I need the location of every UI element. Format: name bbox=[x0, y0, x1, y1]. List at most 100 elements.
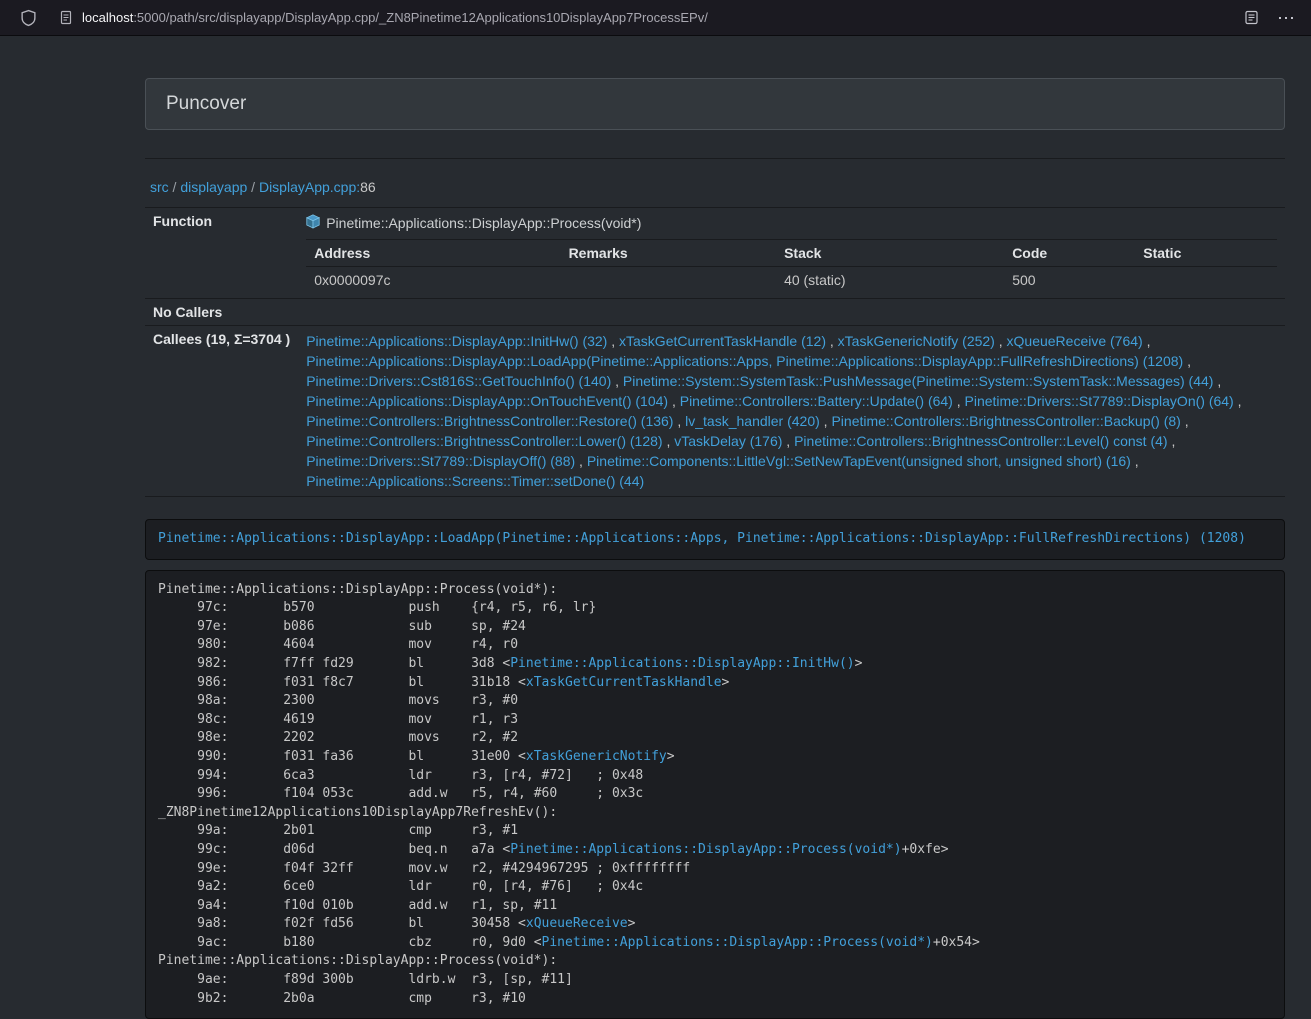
callees-row: Callees (19, Σ=3704 ) Pinetime::Applicat… bbox=[145, 326, 1285, 497]
disasm-line: Pinetime::Applications::DisplayApp::Proc… bbox=[158, 581, 1272, 600]
metrics-table: AddressRemarksStackCodeStatic 0x0000097c… bbox=[306, 239, 1277, 293]
function-cube-icon bbox=[306, 214, 320, 232]
callee-link[interactable]: xTaskGetCurrentTaskHandle (12) bbox=[619, 333, 826, 349]
page-container: Puncover src / displayapp / DisplayApp.c… bbox=[145, 78, 1285, 1019]
metrics-header-row: AddressRemarksStackCodeStatic bbox=[306, 240, 1277, 267]
callee-link[interactable]: Pinetime::Applications::DisplayApp::Load… bbox=[306, 353, 1183, 369]
callee-separator: , bbox=[995, 333, 1007, 349]
callee-separator: , bbox=[1213, 373, 1221, 389]
function-name: Pinetime::Applications::DisplayApp::Proc… bbox=[326, 215, 641, 231]
shield-icon[interactable] bbox=[20, 9, 37, 27]
callees-label: Callees (19, Σ=3704 ) bbox=[145, 326, 298, 497]
disasm-line: 982: f7ff fd29 bl 3d8 <Pinetime::Applica… bbox=[158, 655, 1272, 674]
callee-link[interactable]: Pinetime::System::SystemTask::PushMessag… bbox=[623, 373, 1214, 389]
callee-link[interactable]: Pinetime::Applications::Screens::Timer::… bbox=[306, 473, 644, 489]
function-name-line: Pinetime::Applications::DisplayApp::Proc… bbox=[306, 213, 1277, 235]
no-callers-row: No Callers bbox=[145, 299, 1285, 326]
disasm-line: 994: 6ca3 ldr r3, [r4, #72] ; 0x48 bbox=[158, 767, 1272, 786]
callee-separator: , bbox=[953, 393, 965, 409]
disasm-symbol-link[interactable]: Pinetime::Applications::DisplayApp::Proc… bbox=[542, 935, 933, 950]
disasm-symbol-link[interactable]: xTaskGenericNotify bbox=[526, 749, 667, 764]
metrics-value: 40 (static) bbox=[776, 267, 1004, 294]
divider bbox=[145, 158, 1285, 159]
metrics-header: Remarks bbox=[561, 240, 777, 267]
callee-link[interactable]: Pinetime::Controllers::BrightnessControl… bbox=[306, 433, 662, 449]
metrics-header: Code bbox=[1004, 240, 1135, 267]
metrics-value-row: 0x0000097c 40 (static)500 bbox=[306, 267, 1277, 294]
breadcrumb-link[interactable]: displayapp bbox=[180, 179, 247, 195]
callee-separator: , bbox=[673, 413, 685, 429]
breadcrumb-link[interactable]: src bbox=[150, 179, 169, 195]
disasm-line: 97c: b570 push {r4, r5, r6, lr} bbox=[158, 599, 1272, 618]
overflow-menu-icon[interactable]: ⋯ bbox=[1275, 9, 1297, 27]
callee-separator: , bbox=[782, 433, 794, 449]
disasm-line: _ZN8Pinetime12Applications10DisplayApp7R… bbox=[158, 804, 1272, 823]
page-title: Puncover bbox=[166, 93, 246, 115]
metrics-header: Static bbox=[1135, 240, 1277, 267]
reader-view-icon[interactable] bbox=[1244, 10, 1259, 25]
disasm-line: 980: 4604 mov r4, r0 bbox=[158, 636, 1272, 655]
disasm-line: 97e: b086 sub sp, #24 bbox=[158, 618, 1272, 637]
callee-link[interactable]: Pinetime::Applications::DisplayApp::Init… bbox=[306, 333, 607, 349]
disasm-symbol-link[interactable]: Pinetime::Applications::DisplayApp::Proc… bbox=[510, 842, 901, 857]
callee-link[interactable]: Pinetime::Controllers::Battery::Update()… bbox=[680, 393, 953, 409]
callee-link[interactable]: vTaskDelay (176) bbox=[674, 433, 782, 449]
no-callers-cell bbox=[298, 299, 1285, 326]
disasm-symbol-link[interactable]: xTaskGetCurrentTaskHandle bbox=[526, 675, 722, 690]
function-row: Function Pinetime::Applications::Display… bbox=[145, 208, 1285, 299]
breadcrumb-separator: / bbox=[247, 179, 259, 195]
url-bar[interactable]: localhost:5000/path/src/displayapp/Displ… bbox=[82, 10, 708, 25]
disasm-line: 99c: d06d beq.n a7a <Pinetime::Applicati… bbox=[158, 841, 1272, 860]
callee-separator: , bbox=[1183, 353, 1191, 369]
url-domain: localhost bbox=[82, 10, 133, 25]
callee-separator: , bbox=[1181, 413, 1189, 429]
callee-link[interactable]: lv_task_handler (420) bbox=[685, 413, 820, 429]
disasm-line: Pinetime::Applications::DisplayApp::Proc… bbox=[158, 952, 1272, 971]
loadapp-link[interactable]: Pinetime::Applications::DisplayApp::Load… bbox=[158, 531, 1246, 546]
disasm-line: 9b2: 2b0a cmp r3, #10 bbox=[158, 990, 1272, 1009]
callee-link[interactable]: Pinetime::Controllers::BrightnessControl… bbox=[306, 413, 673, 429]
callee-link[interactable]: xTaskGenericNotify (252) bbox=[838, 333, 995, 349]
disasm-line: 990: f031 fa36 bl 31e00 <xTaskGenericNot… bbox=[158, 748, 1272, 767]
function-detail-cell: Pinetime::Applications::DisplayApp::Proc… bbox=[298, 208, 1285, 299]
callee-link[interactable]: Pinetime::Applications::DisplayApp::OnTo… bbox=[306, 393, 668, 409]
loadapp-banner: Pinetime::Applications::DisplayApp::Load… bbox=[145, 519, 1285, 560]
metrics-header: Address bbox=[306, 240, 560, 267]
callee-link[interactable]: Pinetime::Drivers::Cst816S::GetTouchInfo… bbox=[306, 373, 611, 389]
disasm-line: 98e: 2202 movs r2, #2 bbox=[158, 729, 1272, 748]
disasm-line: 996: f104 053c add.w r5, r4, #60 ; 0x3c bbox=[158, 785, 1272, 804]
disassembly-block: Pinetime::Applications::DisplayApp::Proc… bbox=[145, 570, 1285, 1019]
breadcrumb: src / displayapp / DisplayApp.cpp:86 bbox=[150, 179, 1285, 195]
metrics-value bbox=[561, 267, 777, 294]
callee-separator: , bbox=[1168, 433, 1176, 449]
disasm-symbol-link[interactable]: xQueueReceive bbox=[526, 916, 628, 931]
callee-link[interactable]: Pinetime::Drivers::St7789::DisplayOff() … bbox=[306, 453, 575, 469]
disasm-symbol-link[interactable]: Pinetime::Applications::DisplayApp::Init… bbox=[510, 656, 854, 671]
function-table: Function Pinetime::Applications::Display… bbox=[145, 207, 1285, 497]
callee-link[interactable]: Pinetime::Drivers::St7789::DisplayOn() (… bbox=[965, 393, 1234, 409]
callee-link[interactable]: Pinetime::Controllers::BrightnessControl… bbox=[831, 413, 1180, 429]
disasm-line: 99e: f04f 32ff mov.w r2, #4294967295 ; 0… bbox=[158, 860, 1272, 879]
metrics-value: 0x0000097c bbox=[306, 267, 560, 294]
callee-link[interactable]: Pinetime::Components::LittleVgl::SetNewT… bbox=[587, 453, 1131, 469]
callee-separator: , bbox=[826, 333, 838, 349]
disasm-line: 9a4: f10d 010b add.w r1, sp, #11 bbox=[158, 897, 1272, 916]
callee-separator: , bbox=[611, 373, 623, 389]
callee-separator: , bbox=[607, 333, 619, 349]
disasm-line: 9a2: 6ce0 ldr r0, [r4, #76] ; 0x4c bbox=[158, 878, 1272, 897]
callee-link[interactable]: xQueueReceive (764) bbox=[1007, 333, 1143, 349]
callee-separator: , bbox=[1131, 453, 1139, 469]
metrics-header: Stack bbox=[776, 240, 1004, 267]
callee-separator: , bbox=[668, 393, 680, 409]
page-identity-icon[interactable] bbox=[59, 10, 73, 25]
breadcrumb-link[interactable]: DisplayApp.cpp: bbox=[259, 179, 360, 195]
disasm-line: 9ae: f89d 300b ldrb.w r3, [sp, #11] bbox=[158, 971, 1272, 990]
callee-link[interactable]: Pinetime::Controllers::BrightnessControl… bbox=[794, 433, 1167, 449]
metrics-value: 500 bbox=[1004, 267, 1135, 294]
disasm-line: 9a8: f02f fd56 bl 30458 <xQueueReceive> bbox=[158, 915, 1272, 934]
disasm-line: 9ac: b180 cbz r0, 9d0 <Pinetime::Applica… bbox=[158, 934, 1272, 953]
metrics-value bbox=[1135, 267, 1277, 294]
disassembly-code: Pinetime::Applications::DisplayApp::Proc… bbox=[158, 581, 1272, 1009]
no-callers-label: No Callers bbox=[145, 299, 298, 326]
breadcrumb-separator: / bbox=[169, 179, 181, 195]
